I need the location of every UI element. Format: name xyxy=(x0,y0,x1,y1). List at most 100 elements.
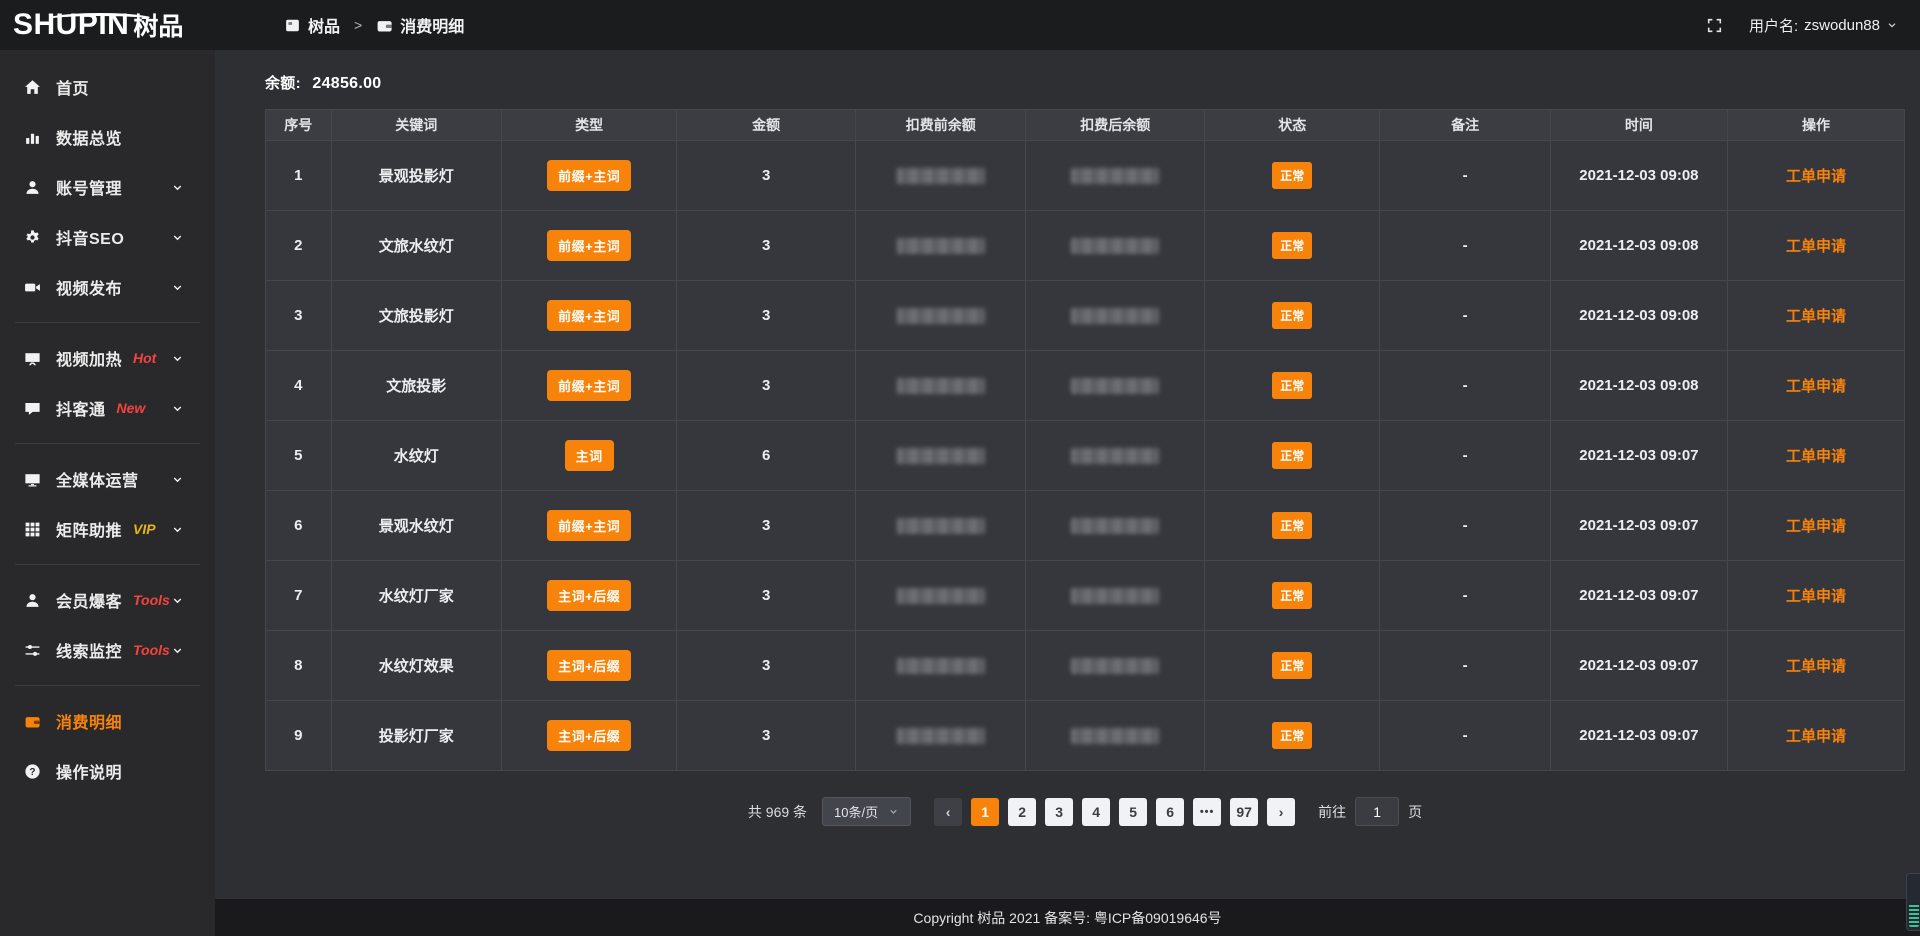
cell-status: 正常 xyxy=(1205,351,1380,421)
table-row: 8水纹灯效果主词+后缀3正常-2021-12-03 09:07工单申请 xyxy=(266,631,1905,701)
cell-pre-balance xyxy=(856,211,1026,281)
cell-keyword: 水纹灯效果 xyxy=(331,631,501,701)
cell-status: 正常 xyxy=(1205,421,1380,491)
cell-type: 前缀+主词 xyxy=(502,491,677,561)
chevron-down-icon xyxy=(171,281,184,294)
cell-keyword: 投影灯厂家 xyxy=(331,701,501,771)
content: 余额: 24856.00 序号关键词类型金额扣费前余额扣费后余额状态备注时间操作… xyxy=(215,50,1920,826)
page-button-4[interactable]: 4 xyxy=(1082,798,1110,826)
page-size-select[interactable]: 10条/页 xyxy=(822,797,911,826)
sidebar-item-consume-detail[interactable]: 消费明细 xyxy=(0,696,215,746)
sidebar-item-label: 数据总览 xyxy=(56,125,122,149)
sidebar-item-video-heat[interactable]: 视频加热Hot xyxy=(0,333,215,383)
user-menu[interactable]: 用户名: zswodun88 xyxy=(1749,15,1898,36)
breadcrumb-item-root[interactable]: 树品 xyxy=(308,13,340,37)
cell-remark: - xyxy=(1380,211,1550,281)
sidebar-item-badge: New xyxy=(117,400,146,416)
fullscreen-icon[interactable] xyxy=(1706,17,1723,34)
status-badge: 正常 xyxy=(1272,442,1312,469)
work-order-link[interactable]: 工单申请 xyxy=(1786,238,1846,255)
cell-amount: 3 xyxy=(677,141,856,211)
work-order-link[interactable]: 工单申请 xyxy=(1786,308,1846,325)
sidebar-item-video-publish[interactable]: 视频发布 xyxy=(0,262,215,312)
cell-pre-balance xyxy=(856,141,1026,211)
page-button-3[interactable]: 3 xyxy=(1045,798,1073,826)
sidebar-item-label: 首页 xyxy=(56,75,89,99)
cell-index: 5 xyxy=(266,421,332,491)
type-badge: 主词+后缀 xyxy=(547,720,631,751)
cell-type: 前缀+主词 xyxy=(502,141,677,211)
page-button-5[interactable]: 5 xyxy=(1119,798,1147,826)
logo[interactable]: SHUPIN 树品 xyxy=(0,10,232,40)
column-header: 扣费前余额 xyxy=(856,110,1026,141)
cell-type: 主词+后缀 xyxy=(502,631,677,701)
main-area: 余额: 24856.00 序号关键词类型金额扣费前余额扣费后余额状态备注时间操作… xyxy=(215,0,1920,936)
cell-keyword: 水纹灯 xyxy=(331,421,501,491)
sidebar-item-help[interactable]: ?操作说明 xyxy=(0,746,215,796)
work-order-link[interactable]: 工单申请 xyxy=(1786,518,1846,535)
sidebar-item-data-overview[interactable]: 数据总览 xyxy=(0,112,215,162)
column-header: 备注 xyxy=(1380,110,1550,141)
topbar-right: 用户名: zswodun88 xyxy=(1706,15,1920,36)
cell-index: 6 xyxy=(266,491,332,561)
cell-amount: 3 xyxy=(677,631,856,701)
type-badge: 前缀+主词 xyxy=(547,300,631,331)
cell-pre-balance xyxy=(856,561,1026,631)
page-button-97[interactable]: 97 xyxy=(1230,798,1258,826)
cell-post-balance xyxy=(1026,421,1205,491)
breadcrumb-item-current: 消费明细 xyxy=(400,13,464,37)
type-badge: 前缀+主词 xyxy=(547,160,631,191)
table-row: 1景观投影灯前缀+主词3正常-2021-12-03 09:08工单申请 xyxy=(266,141,1905,211)
sidebar-item-member-burst[interactable]: 会员爆客Tools xyxy=(0,575,215,625)
cell-remark: - xyxy=(1380,491,1550,561)
cell-amount: 3 xyxy=(677,701,856,771)
page-button-1[interactable]: 1 xyxy=(971,798,999,826)
cell-type: 主词+后缀 xyxy=(502,561,677,631)
more-pages-button[interactable]: ••• xyxy=(1193,798,1221,826)
cell-amount: 3 xyxy=(677,351,856,421)
work-order-link[interactable]: 工单申请 xyxy=(1786,168,1846,185)
cell-status: 正常 xyxy=(1205,491,1380,561)
page-size-label: 10条/页 xyxy=(834,802,878,821)
cell-keyword: 文旅投影灯 xyxy=(331,281,501,351)
sidebar-item-account-manage[interactable]: 账号管理 xyxy=(0,162,215,212)
table-row: 4文旅投影前缀+主词3正常-2021-12-03 09:08工单申请 xyxy=(266,351,1905,421)
cell-type: 前缀+主词 xyxy=(502,281,677,351)
chevron-down-icon xyxy=(171,473,184,486)
sidebar-item-douketong[interactable]: 抖客通New xyxy=(0,383,215,433)
sidebar-item-all-media[interactable]: 全媒体运营 xyxy=(0,454,215,504)
chevron-down-icon xyxy=(888,806,899,817)
sidebar-item-clue-monitor[interactable]: 线索监控Tools xyxy=(0,625,215,675)
cell-remark: - xyxy=(1380,351,1550,421)
work-order-link[interactable]: 工单申请 xyxy=(1786,658,1846,675)
masked-balance xyxy=(1071,448,1159,464)
sidebar-item-douyin-seo[interactable]: 抖音SEO xyxy=(0,212,215,262)
work-order-link[interactable]: 工单申请 xyxy=(1786,588,1846,605)
prev-page-button[interactable]: ‹ xyxy=(934,798,962,826)
chat-widget[interactable] xyxy=(1906,873,1920,931)
page-button-2[interactable]: 2 xyxy=(1008,798,1036,826)
goto-page-input[interactable] xyxy=(1355,797,1399,826)
sidebar-divider xyxy=(15,685,200,686)
cell-post-balance xyxy=(1026,211,1205,281)
status-badge: 正常 xyxy=(1272,652,1312,679)
table-row: 9投影灯厂家主词+后缀3正常-2021-12-03 09:07工单申请 xyxy=(266,701,1905,771)
sidebar-item-label: 全媒体运营 xyxy=(56,467,139,491)
cell-time: 2021-12-03 09:07 xyxy=(1550,701,1727,771)
wallet-icon xyxy=(24,713,41,730)
sidebar-item-matrix-boost[interactable]: 矩阵助推VIP xyxy=(0,504,215,554)
goto-unit: 页 xyxy=(1408,802,1422,822)
work-order-link[interactable]: 工单申请 xyxy=(1786,448,1846,465)
chat-icon xyxy=(24,400,41,417)
next-page-button[interactable]: › xyxy=(1267,798,1295,826)
sidebar-item-home[interactable]: 首页 xyxy=(0,62,215,112)
page-button-6[interactable]: 6 xyxy=(1156,798,1184,826)
cell-pre-balance xyxy=(856,351,1026,421)
home-icon xyxy=(24,79,41,96)
cell-post-balance xyxy=(1026,701,1205,771)
work-order-link[interactable]: 工单申请 xyxy=(1786,378,1846,395)
cell-status: 正常 xyxy=(1205,211,1380,281)
work-order-link[interactable]: 工单申请 xyxy=(1786,728,1846,745)
pagination-total: 共 969 条 xyxy=(748,802,807,822)
table-row: 7水纹灯厂家主词+后缀3正常-2021-12-03 09:07工单申请 xyxy=(266,561,1905,631)
